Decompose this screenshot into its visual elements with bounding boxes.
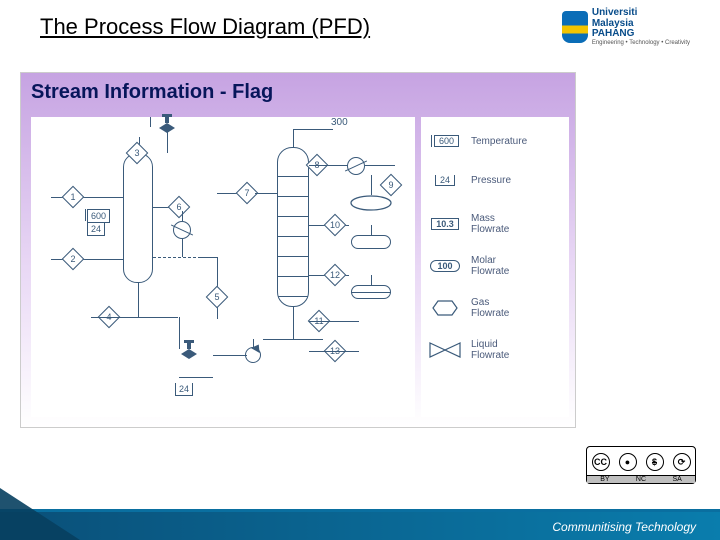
logo-text: Universiti Malaysia PAHANG Engineering •…: [592, 8, 690, 46]
dashed-recycle-line: [153, 257, 201, 258]
stream-2: 2: [62, 248, 85, 271]
legend-molar-flowrate: 100 Molar Flowrate: [427, 255, 565, 277]
side-drum-1: [351, 235, 391, 249]
reflux-drum: [349, 195, 393, 211]
temperature-flag: 600: [87, 209, 110, 223]
logo-line2: Malaysia: [592, 18, 634, 29]
temperature-flag-tick: [85, 209, 86, 221]
cc-icon: CC: [592, 453, 610, 471]
legend-gas-flowrate: Gas Flowrate: [427, 297, 565, 319]
stream-12: 12: [324, 264, 347, 287]
control-valve-bottom: [181, 349, 197, 359]
logo-line1: Universiti: [592, 7, 638, 18]
stream-9: 9: [380, 174, 403, 197]
column-2: [277, 147, 309, 307]
footer-tagline: Communitising Technology: [552, 520, 696, 534]
footer: Communitising Technology: [0, 488, 720, 540]
legend-liquid-flowrate: Liquid Flowrate: [427, 339, 565, 361]
page-title: The Process Flow Diagram (PFD): [40, 14, 370, 40]
cc-label-sa: SA: [672, 476, 681, 483]
stream-6: 6: [168, 196, 191, 219]
legend-pressure: 24 Pressure: [427, 175, 565, 186]
slide: Stream Information - Flag 3 1 2 600 24 6: [20, 72, 576, 428]
subheading: Stream Information - Flag: [31, 81, 273, 104]
cc-license-badge: CC ● $ ⟳ BY NC SA: [586, 446, 696, 484]
cc-label-by: BY: [600, 476, 609, 483]
pressure-flag-bottom: 24: [175, 383, 193, 396]
label-300: 300: [331, 117, 348, 128]
nc-icon: $: [646, 453, 664, 471]
legend-temperature: 600 Temperature: [427, 135, 565, 147]
title-text: The Process Flow Diagram (PFD): [40, 14, 370, 39]
bottoms-pump: [245, 347, 261, 363]
stream-10: 10: [324, 214, 347, 237]
stream-1: 1: [62, 186, 85, 209]
column-1: [123, 153, 153, 283]
sa-icon: ⟳: [673, 453, 691, 471]
logo-shield-icon: [562, 11, 588, 43]
logo-subtext: Engineering • Technology • Creativity: [592, 40, 690, 46]
pfd-diagram: 3 1 2 600 24 6 4 24 5 7: [31, 117, 415, 417]
university-logo: Universiti Malaysia PAHANG Engineering •…: [562, 8, 690, 46]
by-icon: ●: [619, 453, 637, 471]
footer-triangle-icon: [0, 488, 80, 540]
legend: 600 Temperature 24 Pressure 10.3 Mass Fl…: [421, 117, 569, 417]
cc-label-nc: NC: [636, 476, 646, 483]
pressure-flag: 24: [87, 223, 105, 236]
condenser: [347, 157, 365, 175]
stream-5: 5: [206, 286, 229, 309]
legend-mass-flowrate: 10.3 Mass Flowrate: [427, 213, 565, 235]
heat-exchanger-mid: [173, 221, 191, 239]
logo-line3: PAHANG: [592, 28, 635, 39]
